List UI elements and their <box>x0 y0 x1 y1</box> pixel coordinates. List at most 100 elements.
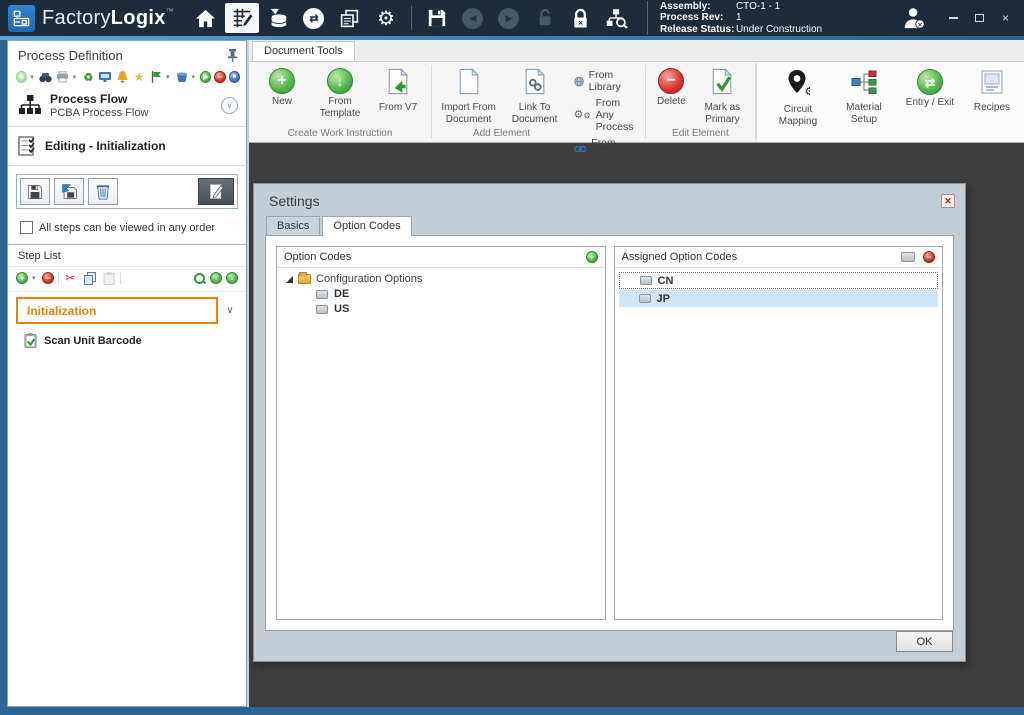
import-from-document-button[interactable]: Import From Document <box>436 66 502 125</box>
group-add-element: Import From Document Link To Document Ad… <box>432 62 572 142</box>
lock-denied-button[interactable]: × <box>564 3 598 33</box>
remove-step-icon[interactable]: − <box>42 272 54 284</box>
ok-button[interactable]: OK <box>896 631 953 652</box>
user-logout-button[interactable]: × <box>901 6 927 30</box>
collapse-group-icon[interactable]: ∨ <box>218 305 242 316</box>
copy-icon[interactable] <box>82 271 97 285</box>
tab-document-tools[interactable]: Document Tools <box>252 41 355 61</box>
entry-exit-button[interactable]: ⇄ Entry / Exit <box>901 67 959 142</box>
assigned-item[interactable]: CN <box>619 272 939 289</box>
from-v7-button[interactable]: From V7 <box>369 66 427 114</box>
selected-step-group[interactable]: Initialization <box>16 297 218 324</box>
alert-icon[interactable] <box>115 70 129 84</box>
minimize-button[interactable] <box>945 11 962 26</box>
add-option-icon[interactable]: + <box>586 251 598 263</box>
link-to-document-button[interactable]: Link To Document <box>502 66 568 125</box>
add-icon[interactable]: + <box>16 71 27 83</box>
pause-icon[interactable]: ■ <box>229 71 240 83</box>
pin-icon[interactable] <box>227 49 238 62</box>
start-icon[interactable]: ▶ <box>200 71 211 83</box>
add-element-links: From Library ⚙⚙ From Any Process From UR… <box>572 62 645 142</box>
document-check-icon <box>711 68 733 100</box>
add-step-icon[interactable]: + <box>16 272 28 284</box>
from-any-process-button[interactable]: ⚙⚙ From Any Process <box>574 97 635 133</box>
move-down-icon[interactable]: ↓ <box>226 272 238 284</box>
dialog-close-icon[interactable]: ✕ <box>941 194 955 208</box>
assigned-item[interactable]: JP <box>619 290 939 307</box>
process-flow-row[interactable]: Process Flow PCBA Process Flow ∨ <box>8 90 246 127</box>
document-import-arrow-icon <box>387 68 409 100</box>
process-search-button[interactable] <box>600 3 634 33</box>
expander-icon[interactable] <box>286 276 293 283</box>
stop-icon[interactable]: − <box>214 71 225 83</box>
process-definition-panel: Process Definition +▾ ▾ ♻ ★ ▾ ▾ ▶ − ■ Pr… <box>7 40 247 707</box>
green-plus-icon: + <box>269 68 295 94</box>
assigned-title: Assigned Option Codes <box>622 251 738 263</box>
delete-document-button[interactable] <box>88 178 118 205</box>
close-button[interactable]: × <box>997 11 1014 26</box>
add-dropdown-icon[interactable]: ▾ <box>30 73 36 81</box>
step-item-row[interactable]: Scan Unit Barcode <box>8 328 246 352</box>
save-button[interactable] <box>420 3 454 33</box>
recipes-button[interactable]: Recipes <box>967 67 1017 142</box>
tab-basics[interactable]: Basics <box>266 216 320 236</box>
option-tag-icon <box>316 290 328 299</box>
publish-flag-icon[interactable] <box>149 70 163 84</box>
process-flow-subtitle: PCBA Process Flow <box>50 107 221 119</box>
maximize-button[interactable] <box>971 11 988 26</box>
from-url-button[interactable]: From URL <box>574 137 635 161</box>
selected-step-group-row[interactable]: Initialization ∨ <box>8 292 246 328</box>
edit-document-button[interactable] <box>198 178 234 205</box>
unlock-button[interactable] <box>528 3 562 33</box>
forward-button[interactable]: ▶ <box>492 3 526 33</box>
report-icon[interactable] <box>98 70 112 84</box>
document-icon <box>458 68 480 100</box>
process-definition-editor-button[interactable] <box>225 3 259 33</box>
delete-element-button[interactable]: − Delete <box>649 66 693 108</box>
material-setup-button[interactable]: Material Setup <box>835 67 893 142</box>
database-import-button[interactable] <box>261 3 295 33</box>
home-button[interactable] <box>189 3 223 33</box>
tree-item[interactable]: DE <box>280 287 602 302</box>
circuit-mapping-button[interactable]: ⚙ Circuit Mapping <box>769 67 827 142</box>
publish-dropdown-icon[interactable]: ▾ <box>166 73 172 81</box>
order-checkbox-row: All steps can be viewed in any order <box>8 209 246 244</box>
zoom-step-icon[interactable] <box>193 272 206 285</box>
transfer-button[interactable]: ⇄ <box>297 3 331 33</box>
from-library-button[interactable]: From Library <box>574 69 635 93</box>
print-dropdown-icon[interactable]: ▾ <box>73 73 79 81</box>
paste-icon[interactable] <box>101 271 116 285</box>
favorite-star-icon[interactable]: ★ <box>132 70 146 84</box>
refresh-icon[interactable]: ♻ <box>81 70 95 84</box>
add-step-dropdown-icon[interactable]: ▾ <box>32 274 38 282</box>
tree-item[interactable]: US <box>280 302 602 317</box>
from-template-button[interactable]: ↓ From Template <box>311 66 369 119</box>
save-document-button[interactable] <box>20 178 50 205</box>
recipe-card-icon <box>980 69 1004 100</box>
remove-option-icon[interactable]: − <box>923 251 935 263</box>
cut-icon[interactable]: ✂ <box>63 271 78 285</box>
assign-option-icon[interactable] <box>901 252 915 262</box>
settings-gear-button[interactable]: ⚙ <box>369 3 403 33</box>
step-item-label: Scan Unit Barcode <box>44 335 142 347</box>
group-label: Add Element <box>432 127 572 142</box>
new-button[interactable]: + New <box>253 66 311 108</box>
expand-down-icon[interactable]: ∨ <box>221 97 238 114</box>
export-document-button[interactable] <box>54 178 84 205</box>
tree-root-row[interactable]: Configuration Options <box>280 272 602 287</box>
process-flow-icon <box>18 94 42 118</box>
ribbon-tabstrip: Document Tools <box>249 40 1024 62</box>
fill-bucket-icon[interactable] <box>175 70 189 84</box>
green-download-icon: ↓ <box>327 68 353 94</box>
tab-option-codes[interactable]: Option Codes <box>322 216 411 236</box>
ribbon: Document Tools + New ↓ From Template <box>249 40 1024 143</box>
move-up-icon[interactable]: ↑ <box>210 272 222 284</box>
print-icon[interactable] <box>56 70 70 84</box>
binoculars-icon[interactable] <box>39 70 53 84</box>
documents-button[interactable] <box>333 3 367 33</box>
fill-dropdown-icon[interactable]: ▾ <box>192 73 198 81</box>
mark-as-primary-button[interactable]: Mark as Primary <box>693 66 751 125</box>
release-status-value: Under Construction <box>736 24 822 36</box>
order-checkbox[interactable] <box>20 221 33 234</box>
back-button[interactable]: ◀ <box>456 3 490 33</box>
